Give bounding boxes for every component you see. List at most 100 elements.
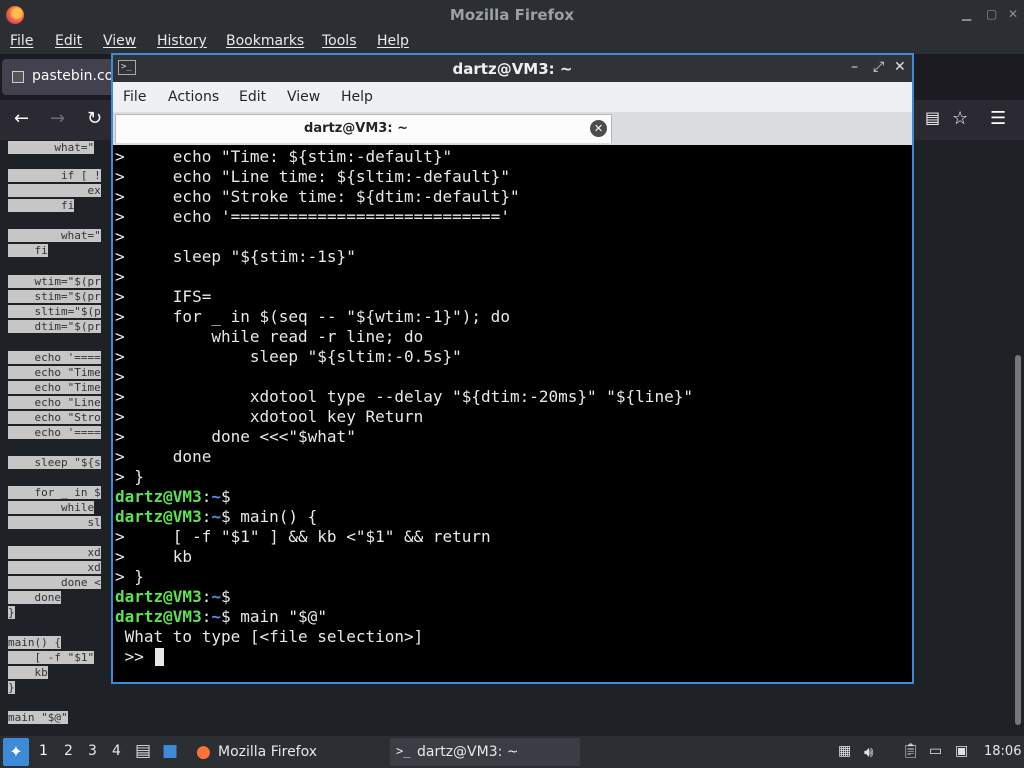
- clipboard-icon[interactable]: 📋︎: [902, 743, 920, 759]
- workspace-4[interactable]: 4: [112, 743, 121, 759]
- code-fragment: main "$@": [8, 711, 68, 724]
- menu-tools[interactable]: Tools: [322, 33, 357, 49]
- menu-view[interactable]: View: [103, 33, 136, 49]
- code-fragment: sl: [87, 516, 101, 529]
- prompt-command: $ main "$@": [220, 607, 327, 626]
- code-fragment: echo "Line: [34, 396, 101, 409]
- terminal-prompt-line: dartz@VM3:~$: [115, 587, 231, 607]
- terminal-menu-edit[interactable]: Edit: [239, 89, 266, 105]
- maximize-icon[interactable]: ▢: [986, 7, 997, 21]
- show-desktop-icon[interactable]: ■: [162, 741, 178, 761]
- menu-history[interactable]: History: [157, 33, 207, 49]
- workspace-2[interactable]: 2: [64, 743, 73, 759]
- menu-help[interactable]: Help: [377, 33, 409, 49]
- terminal-output-line: > echo '============================': [115, 207, 510, 226]
- terminal-tab-title: dartz@VM3: ~: [304, 121, 408, 136]
- prompt-user: dartz@VM3: [115, 607, 202, 626]
- code-fragment: fi: [34, 244, 48, 257]
- tab-close-icon[interactable]: ✕: [590, 120, 607, 137]
- code-fragment: xd: [87, 561, 101, 574]
- terminal-prompt-line: dartz@VM3:~$ main "$@": [115, 607, 327, 627]
- reader-view-icon[interactable]: ▤: [925, 108, 940, 127]
- terminal-output-line: > sleep "${stim:-1s}": [115, 247, 356, 266]
- code-fragment: echo '====: [34, 351, 101, 364]
- close-icon[interactable]: ✕: [1008, 7, 1018, 21]
- code-fragment: done: [34, 591, 61, 604]
- code-fragment: kb: [34, 666, 48, 679]
- terminal-output-line: > kb: [115, 547, 193, 566]
- taskbar-app-terminal[interactable]: >_ dartz@VM3: ~: [390, 738, 580, 766]
- code-fragment: xd: [87, 546, 101, 559]
- code-fragment: sleep "${s: [34, 456, 101, 469]
- firefox-menubar: File Edit View History Bookmarks Tools H…: [0, 30, 1024, 54]
- terminal-output[interactable]: > echo "Time: ${stim:-default}" > echo "L…: [113, 147, 912, 682]
- code-fragment: if [ !: [60, 169, 101, 182]
- terminal-prompt-line: dartz@VM3:~$: [115, 487, 231, 507]
- prompt-path: ~: [211, 587, 221, 606]
- start-menu-icon[interactable]: ✦: [3, 738, 29, 766]
- back-arrow-icon[interactable]: ←: [14, 108, 29, 129]
- firefox-taskbar-icon: ●: [196, 742, 211, 762]
- firefox-window-title: Mozilla Firefox: [449, 6, 575, 24]
- code-fragment: echo '====: [34, 426, 101, 439]
- terminal-output-line: > for _ in $(seq -- "${wtim:-1}"); do: [115, 307, 510, 326]
- terminal-output-line: >>: [115, 647, 154, 666]
- terminal-output-line: >: [115, 227, 125, 246]
- terminal-output-line: > xdotool type --delay "${dtim:-20ms}" "…: [115, 387, 693, 406]
- code-fragment: for _ in $: [34, 486, 101, 499]
- prompt-path: ~: [211, 507, 221, 526]
- terminal-output-line: > done <<<"$what": [115, 427, 356, 446]
- prompt-command: $ main() {: [220, 507, 318, 526]
- terminal-output-line: > echo "Time: ${stim:-default}": [115, 147, 453, 166]
- forward-arrow-icon[interactable]: →: [50, 108, 65, 129]
- hamburger-menu-icon[interactable]: ☰: [990, 108, 1006, 129]
- code-fragment: stim="$(pr: [34, 290, 101, 303]
- terminal-output-line: >: [115, 367, 125, 386]
- minimize-icon[interactable]: ▁: [962, 7, 971, 21]
- menu-edit[interactable]: Edit: [55, 33, 82, 49]
- terminal-menu-help[interactable]: Help: [341, 89, 373, 105]
- terminal-taskbar-icon: >_: [396, 744, 411, 758]
- terminal-output-line: > xdotool key Return: [115, 407, 424, 426]
- terminal-output-line: > }: [115, 567, 144, 586]
- menu-bookmarks[interactable]: Bookmarks: [226, 33, 304, 49]
- code-fragment: wtim="$(pr: [34, 275, 101, 288]
- workspace-3[interactable]: 3: [88, 743, 97, 759]
- terminal-menubar: File Actions Edit View Help: [113, 82, 912, 112]
- terminal-output-line: > echo "Stroke time: ${dtim:-default}": [115, 187, 520, 206]
- terminal-tab[interactable]: dartz@VM3: ~ ✕: [115, 114, 612, 143]
- terminal-menu-file[interactable]: File: [123, 89, 146, 105]
- terminal-prompt-line: dartz@VM3:~$ main() {: [115, 507, 317, 527]
- menu-file[interactable]: File: [10, 33, 33, 49]
- network-icon[interactable]: ▭: [929, 743, 942, 759]
- terminal-menu-view[interactable]: View: [287, 89, 320, 105]
- terminal-maximize-icon[interactable]: ⤢: [873, 59, 884, 75]
- page-scrollbar-thumb[interactable]: [1015, 355, 1021, 725]
- terminal-output-line: > sleep "${sltim:-0.5s}": [115, 347, 462, 366]
- pastebin-favicon-icon: [12, 71, 24, 83]
- workspace-1[interactable]: 1: [39, 743, 48, 759]
- bookmark-star-icon[interactable]: ☆: [952, 108, 968, 129]
- taskbar-app-firefox[interactable]: ● Mozilla Firefox: [190, 738, 375, 766]
- volume-icon[interactable]: 🔊︎: [864, 743, 873, 761]
- prompt-separator: :: [201, 487, 212, 506]
- terminal-output-line: >: [115, 267, 125, 286]
- reload-icon[interactable]: ↻: [87, 108, 102, 129]
- prompt-command: $: [220, 587, 231, 606]
- tab-pastebin[interactable]: pastebin.co: [2, 59, 122, 95]
- terminal-output-line: > }: [115, 467, 144, 486]
- prompt-separator: :: [201, 587, 212, 606]
- file-manager-icon[interactable]: ▤: [135, 741, 151, 761]
- code-fragment: }: [8, 606, 15, 619]
- terminal-output-line: > done: [115, 447, 212, 466]
- terminal-minimize-icon[interactable]: –: [851, 59, 858, 75]
- code-fragment: done <: [60, 576, 101, 589]
- code-fragment: ex: [87, 184, 101, 197]
- prompt-user: dartz@VM3: [115, 587, 202, 606]
- terminal-menu-actions[interactable]: Actions: [168, 89, 219, 105]
- code-fragment: echo "Stro: [34, 411, 101, 424]
- media-player-icon[interactable]: ▦: [838, 743, 851, 759]
- notifications-icon[interactable]: ▣: [955, 743, 968, 759]
- taskbar: ✦ 1 2 3 4 ▤ ■ ● Mozilla Firefox >_ dartz…: [0, 736, 1024, 768]
- terminal-close-icon[interactable]: ✕: [894, 59, 906, 75]
